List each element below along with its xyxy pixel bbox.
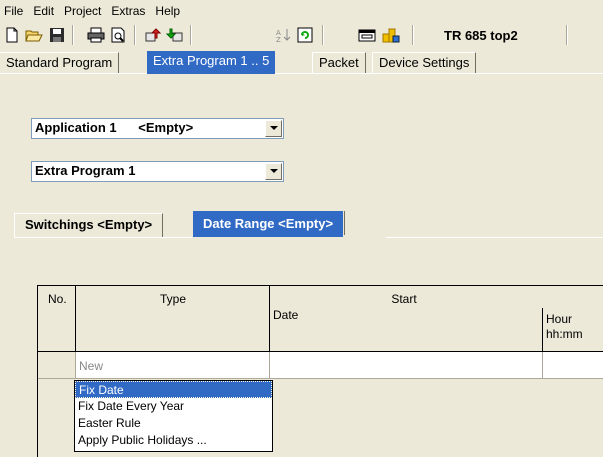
column-header-start-label: Start xyxy=(391,292,417,306)
toolbar: AZ TR 685 top2 xyxy=(0,21,603,50)
save-icon[interactable] xyxy=(46,24,68,46)
column-header-hour-unit: hh:mm xyxy=(546,327,583,341)
menu-bar: File Edit Project Extras Help xyxy=(0,0,603,21)
users-icon[interactable] xyxy=(380,24,402,46)
option-easter-rule[interactable]: Easter Rule xyxy=(75,415,272,432)
program-select[interactable]: Extra Program 1 xyxy=(31,161,284,182)
tab-date-range[interactable]: Date Range <Empty> xyxy=(193,211,346,237)
option-fix-date[interactable]: Fix Date xyxy=(75,381,272,398)
upload-icon[interactable] xyxy=(142,24,164,46)
new-file-icon[interactable] xyxy=(1,24,23,46)
menu-file[interactable]: File xyxy=(0,1,28,21)
column-header-date: Date xyxy=(273,308,299,322)
application-select[interactable]: Application 1 <Empty> xyxy=(31,118,284,139)
column-header-hour: Hour xyxy=(546,312,573,326)
menu-help[interactable]: Help xyxy=(150,1,185,21)
print-preview-icon[interactable] xyxy=(107,24,129,46)
menu-edit[interactable]: Edit xyxy=(28,1,59,21)
row-no-cell xyxy=(38,352,76,379)
chevron-down-icon[interactable] xyxy=(265,163,282,180)
column-header-type: Type xyxy=(76,286,270,352)
tab-packet[interactable]: Packet xyxy=(312,52,366,73)
column-header-no: No. xyxy=(38,286,76,352)
start-hour-cell[interactable] xyxy=(543,352,603,379)
menu-extras[interactable]: Extras xyxy=(106,1,150,21)
sort-icon[interactable]: AZ xyxy=(272,24,294,46)
main-tab-bar: Standard Program Extra Program 1 .. 5 Pa… xyxy=(0,50,603,74)
tab-extra-program[interactable]: Extra Program 1 .. 5 xyxy=(147,51,276,74)
menu-project[interactable]: Project xyxy=(59,1,106,21)
option-fix-date-every-year[interactable]: Fix Date Every Year xyxy=(75,398,272,415)
application-select-value: Application 1 <Empty> xyxy=(35,120,194,135)
column-header-type-label: Type xyxy=(159,292,186,306)
table-row[interactable]: New xyxy=(76,352,270,379)
device-label: TR 685 top2 xyxy=(444,28,518,43)
start-date-cell[interactable] xyxy=(270,352,543,379)
column-header-no-label: No. xyxy=(48,292,67,306)
window-icon[interactable] xyxy=(356,24,378,46)
program-select-value: Extra Program 1 xyxy=(35,163,136,178)
new-row-label: New xyxy=(79,359,104,373)
tab-device-settings[interactable]: Device Settings xyxy=(372,52,477,73)
refresh-icon[interactable] xyxy=(294,24,316,46)
option-apply-public-holidays[interactable]: Apply Public Holidays ... xyxy=(75,432,272,449)
type-dropdown-list[interactable]: Fix Date Fix Date Every Year Easter Rule… xyxy=(74,380,273,452)
svg-text:Z: Z xyxy=(276,36,281,43)
tab-switchings[interactable]: Switchings <Empty> xyxy=(14,213,164,237)
tab-standard-program[interactable]: Standard Program xyxy=(0,52,120,73)
download-icon[interactable] xyxy=(164,24,186,46)
print-icon[interactable] xyxy=(85,24,107,46)
chevron-down-icon[interactable] xyxy=(265,120,282,137)
open-folder-icon[interactable] xyxy=(23,24,45,46)
column-header-start: Start Date Hour hh:mm xyxy=(270,286,603,352)
